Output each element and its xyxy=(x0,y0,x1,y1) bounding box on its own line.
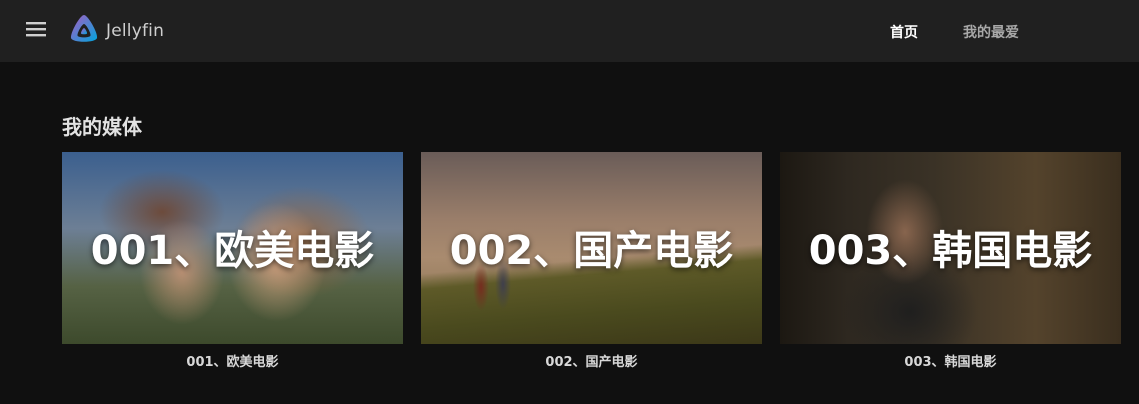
library-card-image[interactable]: 001、欧美电影 xyxy=(62,152,403,344)
library-card-image[interactable]: 002、国产电影 xyxy=(421,152,762,344)
tab-home[interactable]: 首页 xyxy=(890,22,918,42)
library-caption[interactable]: 002、国产电影 xyxy=(421,351,762,370)
logo-text: Jellyfin xyxy=(106,21,165,41)
library-card[interactable]: 002、国产电影 002、国产电影 xyxy=(421,152,762,370)
library-caption[interactable]: 003、韩国电影 xyxy=(780,351,1121,370)
top-header: Jellyfin 首页 我的最爱 xyxy=(0,0,1139,62)
library-caption[interactable]: 001、欧美电影 xyxy=(62,351,403,370)
library-image-title: 002、国产电影 xyxy=(449,228,734,274)
library-image-title: 001、欧美电影 xyxy=(90,228,375,274)
jellyfin-logo[interactable]: Jellyfin xyxy=(68,14,164,48)
jellyfin-logo-icon xyxy=(68,13,100,49)
tab-favorites[interactable]: 我的最爱 xyxy=(963,22,1019,42)
library-card-image[interactable]: 003、韩国电影 xyxy=(780,152,1121,344)
hamburger-menu-icon xyxy=(26,21,46,41)
library-image-title: 003、韩国电影 xyxy=(808,228,1093,274)
library-card[interactable]: 003、韩国电影 003、韩国电影 xyxy=(780,152,1121,370)
section-title: 我的媒体 xyxy=(62,115,142,139)
library-card[interactable]: 001、欧美电影 001、欧美电影 xyxy=(62,152,403,370)
menu-button[interactable] xyxy=(22,19,50,43)
